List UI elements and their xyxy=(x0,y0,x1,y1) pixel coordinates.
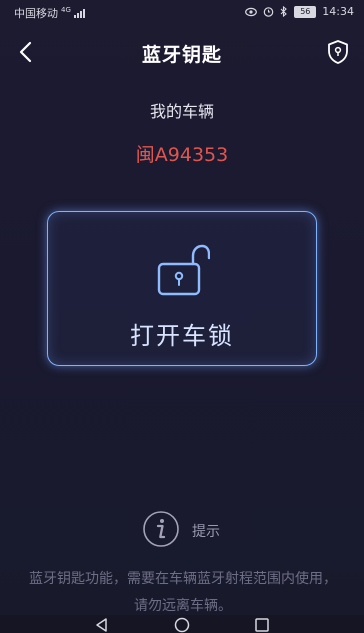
tip-label: 提示 xyxy=(192,524,220,540)
alarm-icon xyxy=(263,7,274,17)
license-plate: 闽A94353 xyxy=(135,144,229,166)
shield-icon xyxy=(328,40,348,64)
carrier-name: 中国移动 xyxy=(14,7,58,20)
unlock-button[interactable]: 打开车锁 xyxy=(47,211,317,366)
screen: 中国移动 4G 56 14:34 蓝牙钥匙 我的车辆 闽A94353 打开车锁 … xyxy=(0,0,364,633)
page-title: 蓝牙钥匙 xyxy=(141,44,222,66)
clock: 14:34 xyxy=(322,5,354,18)
unlocked-padlock-icon xyxy=(157,244,210,296)
info-icon xyxy=(143,511,179,547)
battery-icon: 56 xyxy=(294,5,317,18)
nav-home-icon[interactable] xyxy=(174,617,190,633)
unlock-label: 打开车锁 xyxy=(130,322,234,350)
nav-back-icon[interactable] xyxy=(94,617,110,633)
network-type: 4G xyxy=(61,6,71,14)
eye-icon xyxy=(245,7,258,16)
vehicle-label: 我的车辆 xyxy=(149,102,214,121)
header: 蓝牙钥匙 xyxy=(0,28,364,76)
bluetooth-icon xyxy=(280,6,288,17)
nav-recent-icon[interactable] xyxy=(254,617,270,633)
signal-icon xyxy=(73,8,85,18)
system-nav-bar xyxy=(0,615,364,633)
security-button[interactable] xyxy=(326,38,350,66)
status-bar: 中国移动 4G 56 14:34 xyxy=(0,0,364,24)
status-right: 56 14:34 xyxy=(245,5,354,18)
tip-text: 蓝牙钥匙功能，需要在车辆蓝牙射程范围内使用，请勿远离车辆。 xyxy=(29,571,337,614)
status-left: 中国移动 4G xyxy=(14,5,85,21)
